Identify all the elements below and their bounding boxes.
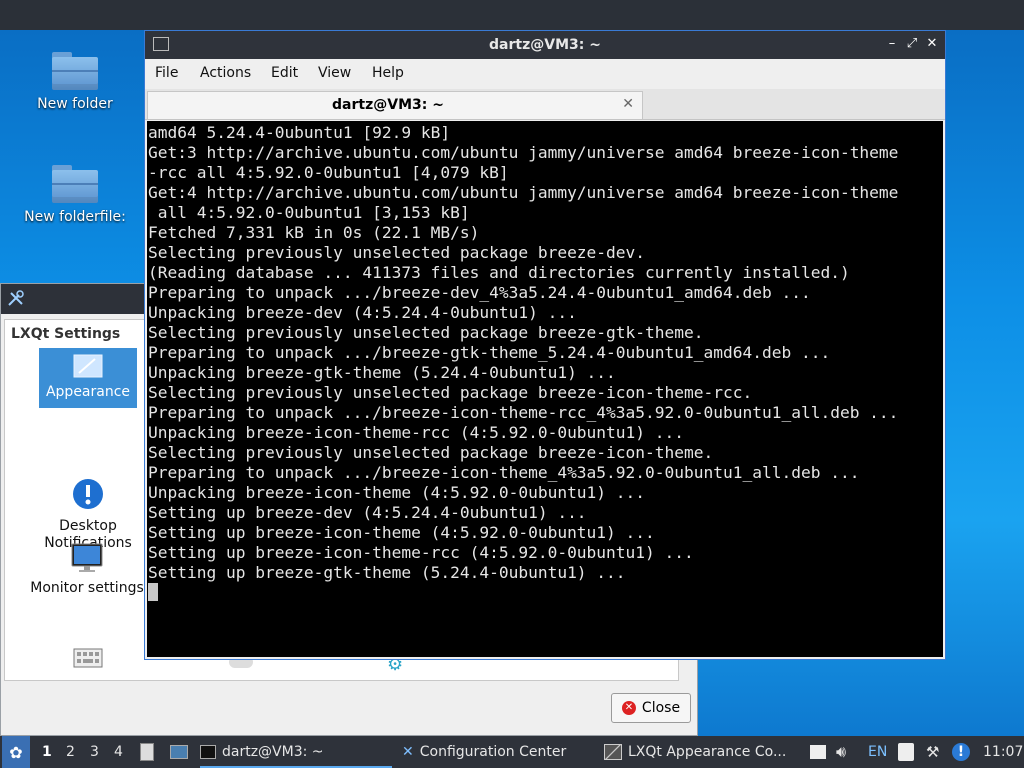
terminal-output: amd64 5.24.4-0ubuntu1 [92.9 kB] Get:3 ht… [148,123,899,582]
task-lxqt-appearance[interactable]: LXQt Appearance Co... [604,738,800,766]
desktop-folder-new-folderfile[interactable]: New folderfile: [15,165,135,225]
notification-icon[interactable]: ! [952,736,970,768]
menu-actions[interactable]: Actions [200,65,251,81]
config-item-appearance[interactable]: Appearance [39,348,137,408]
desktop-switch-2[interactable]: 2 [66,744,75,760]
tab-bar: dartz@VM3: ~ ✕ [145,89,945,120]
menu-file[interactable]: File [155,65,178,81]
tab-label: dartz@VM3: ~ [332,97,444,113]
show-desktop-icon[interactable] [170,736,188,768]
keyboard-layout-indicator[interactable]: EN [868,736,887,768]
task-label: LXQt Appearance Co... [628,744,787,760]
quicklaunch-files-icon[interactable] [140,736,156,768]
desktop-switch-1[interactable]: 1 [42,744,52,760]
menubar: File Actions Edit View Help [145,59,945,89]
minimize-button[interactable]: – [883,35,901,53]
tools-icon [7,290,25,308]
terminal-window: dartz@VM3: ~ – ⤢ ✕ File Actions Edit Vie… [144,30,946,660]
folder-icon [52,52,98,90]
terminal-icon [200,745,216,759]
terminal-titlebar[interactable]: dartz@VM3: ~ – ⤢ ✕ [145,31,945,59]
terminal-console[interactable]: amd64 5.24.4-0ubuntu1 [92.9 kB] Get:3 ht… [147,121,943,657]
taskbar: ✿ 1 2 3 4 dartz@VM3: ~ ✕ Configuration C… [0,736,1024,768]
tab-close-icon[interactable]: ✕ [622,96,634,112]
close-window-button[interactable]: ✕ [923,35,941,53]
menu-help[interactable]: Help [372,65,404,81]
desktop-icon-label: New folderfile: [24,209,126,225]
desktop-switch-3[interactable]: 3 [90,744,99,760]
close-button-label: Close [641,700,681,716]
main-menu-button[interactable]: ✿ [2,736,30,768]
group-label: LXQt Settings [11,326,121,342]
close-button[interactable]: ✕ Close [611,693,691,723]
task-terminal[interactable]: dartz@VM3: ~ [200,738,392,768]
info-icon [72,461,104,509]
clock-label: 11:07 [983,744,1024,760]
config-item-monitor-settings[interactable]: Monitor settings [17,542,157,596]
config-item-desktop-notifications[interactable]: Desktop Notifications [19,444,157,552]
menu-view[interactable]: View [318,65,351,81]
notes-icon[interactable] [898,736,914,768]
network-icon[interactable]: ⚒ [926,736,939,768]
desktop-icon-label: New folder [37,96,113,112]
window-title: dartz@VM3: ~ [489,37,601,53]
clipboard-icon[interactable] [810,736,826,768]
terminal-tab[interactable]: dartz@VM3: ~ ✕ [147,91,643,119]
menu-edit[interactable]: Edit [271,65,298,81]
lxqt-logo-icon: ✿ [9,742,23,762]
clock[interactable]: 11:07 [983,736,1023,768]
volume-icon[interactable]: 🔊︎ [836,736,846,768]
folder-icon [52,165,98,203]
close-icon: ✕ [621,701,636,715]
desktop-switch-4[interactable]: 4 [114,744,123,760]
maximize-button[interactable]: ⤢ [903,35,921,53]
desktop-folder-new-folder[interactable]: New folder [15,52,135,112]
config-item-label: Appearance [45,384,131,400]
keyboard-layout-label: EN [868,744,888,760]
task-label: Configuration Center [419,744,567,760]
task-label: dartz@VM3: ~ [222,744,324,760]
keyboard-icon[interactable] [73,648,103,668]
appearance-icon [604,744,622,760]
tools-icon: ✕ [402,744,414,760]
text-cursor [148,583,158,601]
appearance-icon [73,354,103,380]
config-item-label: Monitor settings [30,580,144,596]
task-configuration-center[interactable]: ✕ Configuration Center [402,738,592,766]
monitor-icon [70,542,104,574]
